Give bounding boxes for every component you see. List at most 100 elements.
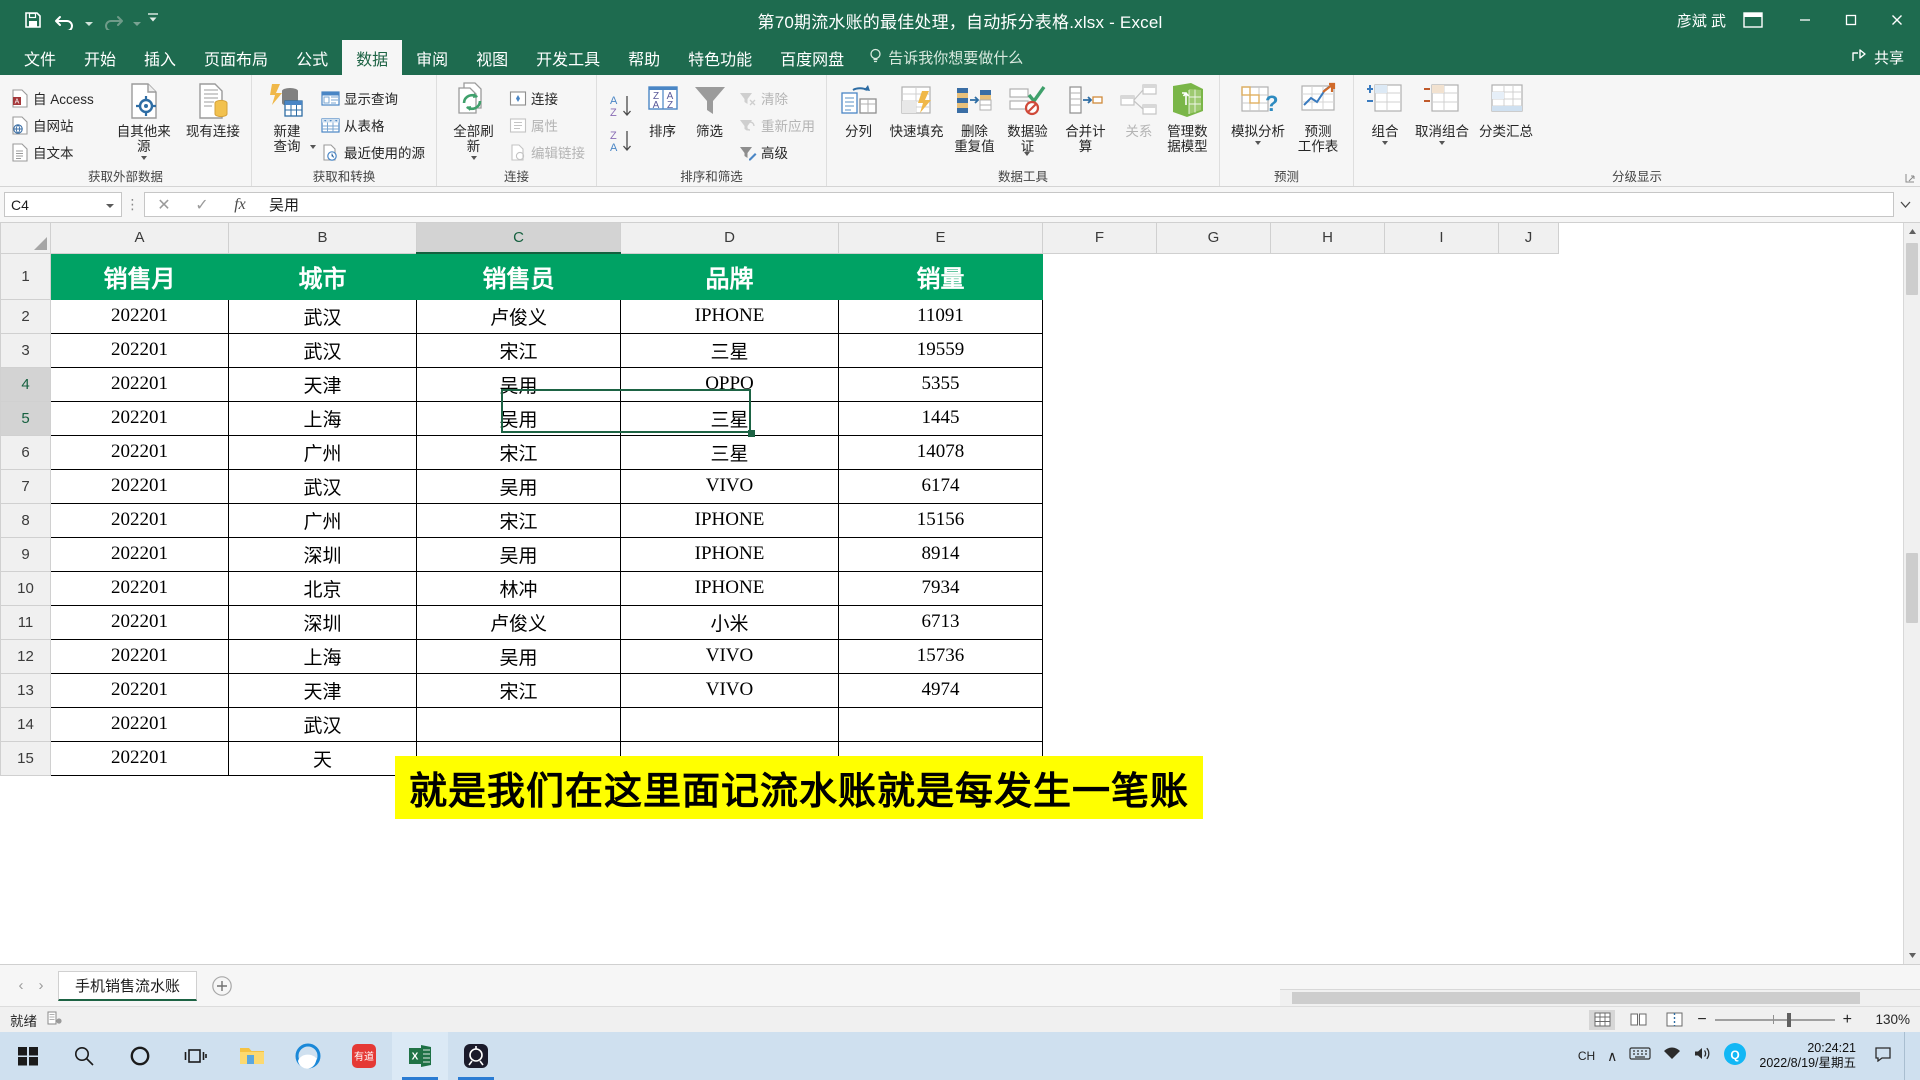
show-desktop-button[interactable]	[1904, 1032, 1912, 1080]
formula-input[interactable]: 吴用	[259, 192, 1894, 217]
row-header-5[interactable]: 5	[0, 400, 51, 436]
cell-h11[interactable]	[1270, 605, 1385, 639]
cell-i15[interactable]	[1384, 741, 1499, 775]
remove-duplicates-button[interactable]: 删除 重复值	[949, 79, 1000, 165]
cell-h4[interactable]	[1270, 367, 1385, 401]
minimize-button[interactable]	[1782, 0, 1828, 40]
cell-a14[interactable]: 202201	[50, 706, 229, 742]
cell-f13[interactable]	[1042, 673, 1157, 707]
page-layout-view-icon[interactable]	[1625, 1010, 1651, 1030]
cell-g4[interactable]	[1156, 367, 1271, 401]
text-to-columns-button[interactable]: 分列	[833, 79, 884, 165]
cell-d10[interactable]: IPHONE	[620, 570, 839, 606]
cell-j11[interactable]	[1498, 605, 1559, 639]
cell-f2[interactable]	[1042, 299, 1157, 333]
undo-dropdown-icon[interactable]	[82, 6, 96, 34]
cell-i8[interactable]	[1384, 503, 1499, 537]
cell-f9[interactable]	[1042, 537, 1157, 571]
cell-a12[interactable]: 202201	[50, 638, 229, 674]
close-button[interactable]	[1874, 0, 1920, 40]
horizontal-scrollbar[interactable]	[1280, 989, 1920, 1006]
cell-i7[interactable]	[1384, 469, 1499, 503]
cell-b12[interactable]: 上海	[228, 638, 417, 674]
cell-d14[interactable]	[620, 706, 839, 742]
zoom-knob[interactable]	[1786, 1012, 1791, 1027]
cell-g5[interactable]	[1156, 401, 1271, 435]
cell-g9[interactable]	[1156, 537, 1271, 571]
tab-home[interactable]: 开始	[70, 40, 130, 75]
cell-e4[interactable]: 5355	[838, 366, 1043, 402]
row-header-15[interactable]: 15	[0, 740, 51, 776]
cell-h5[interactable]	[1270, 401, 1385, 435]
tab-formulas[interactable]: 公式	[282, 40, 342, 75]
qq-icon[interactable]: Q	[1723, 1042, 1747, 1071]
cell-g7[interactable]	[1156, 469, 1271, 503]
cell-c1[interactable]: 销售员	[416, 252, 621, 300]
cell-i13[interactable]	[1384, 673, 1499, 707]
cell-c3[interactable]: 宋江	[416, 332, 621, 368]
what-if-chevron-icon[interactable]	[1255, 141, 1261, 145]
zoom-in-button[interactable]: +	[1843, 1011, 1852, 1029]
cell-d12[interactable]: VIVO	[620, 638, 839, 674]
outline-dialog-launcher[interactable]	[1904, 171, 1916, 183]
cell-c7[interactable]: 吴用	[416, 468, 621, 504]
cell-h10[interactable]	[1270, 571, 1385, 605]
cell-c5[interactable]: 吴用	[416, 400, 621, 436]
cell-d9[interactable]: IPHONE	[620, 536, 839, 572]
cancel-icon[interactable]: ✕	[145, 193, 183, 216]
cell-f6[interactable]	[1042, 435, 1157, 469]
cell-f12[interactable]	[1042, 639, 1157, 673]
sort-button[interactable]: ZAAZ 排序	[639, 79, 686, 165]
cell-c14[interactable]	[416, 706, 621, 742]
row-header-11[interactable]: 11	[0, 604, 51, 640]
new-query-button[interactable]: 新建 查询	[258, 79, 316, 165]
cell-e9[interactable]: 8914	[838, 536, 1043, 572]
page-break-view-icon[interactable]	[1661, 1010, 1687, 1030]
cell-b6[interactable]: 广州	[228, 434, 417, 470]
from-other-sources-button[interactable]: 自其他来源	[107, 79, 181, 165]
youdao-icon[interactable]: 有道	[336, 1032, 392, 1080]
cell-h2[interactable]	[1270, 299, 1385, 333]
cell-c13[interactable]: 宋江	[416, 672, 621, 708]
cell-d11[interactable]: 小米	[620, 604, 839, 640]
cell-e14[interactable]	[838, 706, 1043, 742]
tab-page-layout[interactable]: 页面布局	[190, 40, 282, 75]
cell-j10[interactable]	[1498, 571, 1559, 605]
data-validation-button[interactable]: 数据验 证	[1000, 79, 1055, 165]
cell-a1[interactable]: 销售月	[50, 252, 229, 300]
user-name[interactable]: 彦斌 武	[1677, 10, 1726, 31]
cell-i12[interactable]	[1384, 639, 1499, 673]
cell-e11[interactable]: 6713	[838, 604, 1043, 640]
column-header-h[interactable]: H	[1270, 223, 1385, 254]
cell-j14[interactable]	[1498, 707, 1559, 741]
row-header-1[interactable]: 1	[0, 252, 51, 300]
from-web-button[interactable]: 自网站	[6, 112, 107, 138]
row-header-2[interactable]: 2	[0, 298, 51, 334]
cell-g14[interactable]	[1156, 707, 1271, 741]
vertical-scrollbar[interactable]	[1903, 223, 1920, 964]
cell-a9[interactable]: 202201	[50, 536, 229, 572]
tab-view[interactable]: 视图	[462, 40, 522, 75]
cell-g12[interactable]	[1156, 639, 1271, 673]
cell-b11[interactable]: 深圳	[228, 604, 417, 640]
undo-icon[interactable]	[50, 6, 80, 34]
cell-b14[interactable]: 武汉	[228, 706, 417, 742]
from-access-button[interactable]: A 自 Access	[6, 85, 107, 111]
relationships-button[interactable]: 关系	[1116, 79, 1162, 165]
refresh-all-chevron-icon[interactable]	[470, 156, 477, 160]
cell-d4[interactable]: OPPO	[620, 366, 839, 402]
consolidate-button[interactable]: 合并计算	[1055, 79, 1116, 165]
cell-a10[interactable]: 202201	[50, 570, 229, 606]
cell-j8[interactable]	[1498, 503, 1559, 537]
keyboard-icon[interactable]	[1629, 1046, 1652, 1066]
cell-b1[interactable]: 城市	[228, 252, 417, 300]
fill-handle[interactable]	[748, 430, 755, 437]
cell-h7[interactable]	[1270, 469, 1385, 503]
tell-me-box[interactable]: 告诉我你想要做什么	[858, 40, 1033, 75]
cell-e8[interactable]: 15156	[838, 502, 1043, 538]
cell-f5[interactable]	[1042, 401, 1157, 435]
cell-j5[interactable]	[1498, 401, 1559, 435]
properties-button[interactable]: 属性	[504, 112, 590, 138]
cell-a2[interactable]: 202201	[50, 298, 229, 334]
cell-e2[interactable]: 11091	[838, 298, 1043, 334]
